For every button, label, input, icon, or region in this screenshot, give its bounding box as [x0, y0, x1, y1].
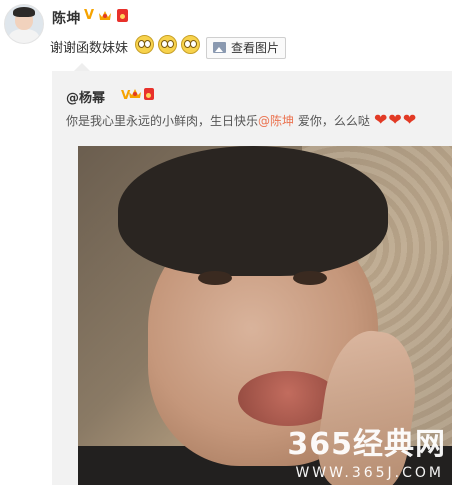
repost-author-name[interactable]: @杨幂 [66, 87, 105, 106]
hair [118, 146, 388, 276]
watermark-title: 365经典网 [287, 427, 446, 462]
repost-text-after: 爱你，么么哒 [294, 114, 370, 128]
heart-icon: ❤ [374, 110, 388, 129]
author-avatar[interactable] [4, 4, 44, 44]
sleepy-emoji-icon [135, 35, 154, 54]
repost-caret [74, 63, 90, 71]
right-eye [293, 271, 327, 285]
red-envelope-icon [117, 9, 128, 22]
vip-crown-icon [99, 11, 111, 20]
view-image-button[interactable]: 查看图片 [206, 37, 287, 59]
verified-v-icon: V [84, 8, 95, 23]
vip-crown-icon [129, 89, 141, 98]
red-envelope-icon [144, 88, 154, 100]
view-image-label: 查看图片 [231, 41, 280, 55]
left-eye [198, 271, 232, 285]
watermark-url: WWW.365J.COM [295, 465, 444, 481]
post-photo[interactable]: 365经典网 WWW.365J.COM [78, 146, 452, 485]
image-icon [213, 42, 226, 53]
post-text: 谢谢函数妹妹 [50, 41, 129, 56]
heart-icon: ❤ [388, 110, 402, 129]
sleepy-emoji-icon [158, 35, 177, 54]
hearts-group: ❤❤❤ [374, 110, 417, 129]
post-author-name[interactable]: 陈坤 [52, 8, 81, 28]
repost-text-before: 你是我心里永远的小鲜肉，生日快乐 [66, 114, 259, 128]
repost-text: 你是我心里永远的小鲜肉，生日快乐@陈坤 爱你，么么哒 [66, 112, 370, 129]
mention-link[interactable]: @陈坤 [258, 114, 294, 128]
sleepy-emoji-icon [181, 35, 200, 54]
heart-icon: ❤ [402, 110, 417, 129]
